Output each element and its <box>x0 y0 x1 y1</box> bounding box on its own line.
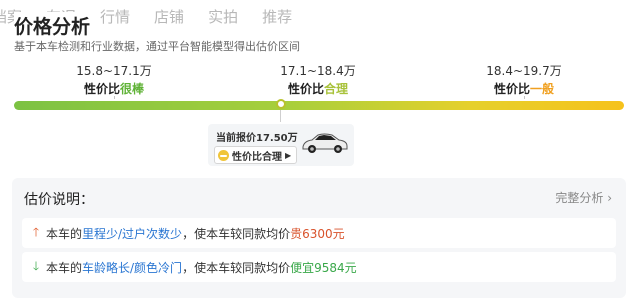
value-rating-text: 性价比合理 <box>232 151 282 163</box>
page-subtitle: 基于本车检测和行业数据，通过平台智能模型得出估价区间 <box>14 40 300 53</box>
tab-market[interactable]: 行情 <box>100 6 130 27</box>
car-icon <box>302 133 348 153</box>
marker-connector <box>280 110 281 122</box>
current-price-label: 当前报价17.50万 <box>216 133 298 144</box>
range-mid: 17.1~18.4万 性价比合理 <box>258 62 378 97</box>
smile-icon <box>218 149 229 161</box>
full-analysis-link[interactable]: 完整分析 › <box>555 189 612 206</box>
range-tick-low <box>114 91 116 99</box>
current-price-card: 当前报价17.50万 性价比合理 ▶ <box>208 124 354 166</box>
range-high-value: 18.4~19.7万 <box>486 64 562 78</box>
play-icon: ▶ <box>285 150 292 160</box>
price-range-bar <box>14 101 624 110</box>
range-tick-high <box>524 91 526 99</box>
explanation-row: 🡓 本车的 车龄略长/颜色冷门 ，使本车较同款均价 便宜9584元 <box>22 252 616 282</box>
tab-store[interactable]: 店铺 <box>154 6 184 27</box>
chevron-right-icon: › <box>607 191 612 205</box>
arrow-up-icon: 🡑 <box>32 224 40 239</box>
current-price-marker <box>276 99 286 109</box>
arrow-down-icon: 🡓 <box>32 258 40 273</box>
tab-recommend[interactable]: 推荐 <box>262 6 292 27</box>
tab-photos[interactable]: 实拍 <box>208 6 238 27</box>
range-mid-value: 17.1~18.4万 <box>280 64 356 78</box>
page-title: 价格分析 <box>14 12 97 39</box>
value-rating-tag[interactable]: 性价比合理 ▶ <box>214 146 298 164</box>
range-low-value: 15.8~17.1万 <box>76 64 152 78</box>
range-mid-label: 性价比合理 <box>287 82 349 96</box>
valuation-explanation-panel: 估价说明： 完整分析 › 🡑 本车的 里程少/过户次数少 ，使本车较同款均价 贵630… <box>12 178 626 298</box>
explanation-row: 🡑 本车的 里程少/过户次数少 ，使本车较同款均价 贵6300元 <box>22 218 616 248</box>
explanation-title: 估价说明： <box>24 192 94 208</box>
